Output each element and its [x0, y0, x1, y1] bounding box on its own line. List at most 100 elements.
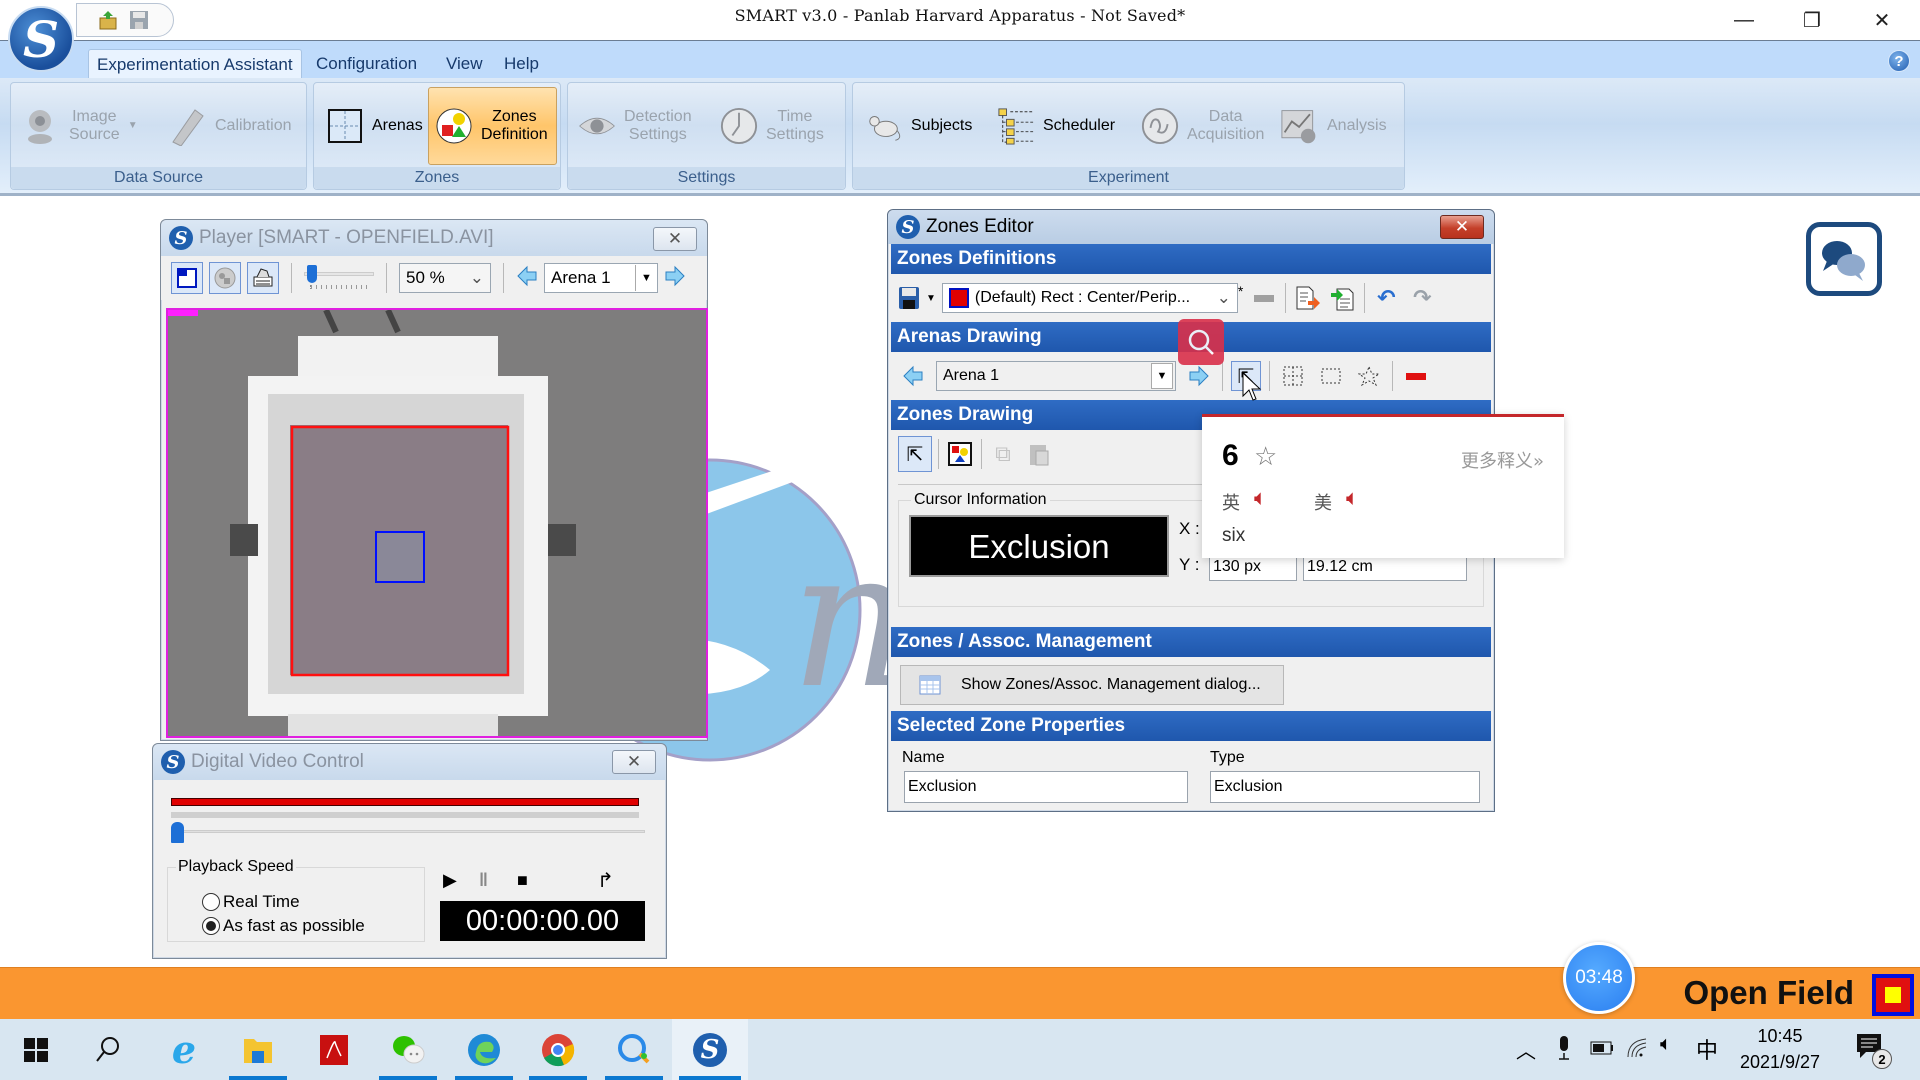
chat-support-button[interactable]	[1806, 222, 1882, 296]
arena-prev-button[interactable]	[898, 361, 928, 391]
calibration-button[interactable]: Calibration	[163, 87, 297, 165]
arena-next-button[interactable]	[1184, 361, 1214, 391]
taskbar-wechat[interactable]	[372, 1019, 444, 1080]
edge-icon	[468, 1033, 500, 1066]
restore-button[interactable]: ❐	[1778, 0, 1846, 40]
radio-button[interactable]	[202, 893, 220, 911]
player-title-bar[interactable]: S Player [SMART - OPENFIELD.AVI]	[161, 220, 707, 256]
remove-definition-button[interactable]	[1249, 283, 1279, 313]
dvc-close-button[interactable]: ✕	[612, 750, 656, 774]
help-icon[interactable]: ?	[1888, 50, 1910, 72]
notification-center-button[interactable]: 2	[1856, 1033, 1892, 1069]
radio-real-time[interactable]: Real Time	[202, 892, 300, 912]
magnifier-overlay-button[interactable]	[1178, 319, 1224, 365]
data-acquisition-button[interactable]: Data Acquisition	[1135, 87, 1270, 165]
arena-polygon-tool[interactable]	[1354, 361, 1384, 391]
arena-prev-button[interactable]	[516, 265, 538, 291]
tab-help[interactable]: Help	[496, 49, 547, 81]
position-slider[interactable]	[171, 830, 645, 833]
uk-speaker-icon[interactable]: 🔈︎	[1254, 485, 1267, 511]
more-definitions-link[interactable]: 更多释义»	[1461, 447, 1544, 473]
print-button[interactable]	[247, 262, 279, 294]
taskbar-acrobat[interactable]	[298, 1019, 370, 1080]
scheduler-button[interactable]: Scheduler	[991, 87, 1121, 165]
us-speaker-icon[interactable]: 🔈︎	[1346, 485, 1359, 511]
play-button[interactable]: ▶	[443, 870, 479, 891]
tab-experimentation-assistant[interactable]: Experimentation Assistant	[88, 49, 302, 81]
zoom-select[interactable]: 50 % ⌄	[399, 263, 491, 293]
pause-button[interactable]: ‖	[479, 870, 517, 891]
delete-arena-button[interactable]	[1401, 361, 1431, 391]
recording-timer-button[interactable]: 03:48	[1563, 942, 1635, 1014]
start-button[interactable]	[0, 1019, 72, 1080]
zoom-slider-thumb[interactable]	[307, 265, 317, 283]
radio-as-fast-as-possible[interactable]: As fast as possible	[202, 916, 365, 936]
save-definition-button[interactable]	[898, 283, 920, 313]
menu-bar: Experimentation Assistant Configuration …	[0, 40, 1920, 81]
close-button[interactable]: ✕	[1848, 0, 1916, 40]
zone-type-field[interactable]: Exclusion	[1210, 771, 1480, 803]
microphone-tray[interactable]	[1556, 1035, 1572, 1065]
zone-properties-area: Name Exclusion Type Exclusion	[888, 741, 1494, 829]
fit-window-button[interactable]	[171, 262, 203, 294]
radio-button[interactable]	[202, 917, 220, 935]
arena-rect-tool[interactable]	[1316, 361, 1346, 391]
taskbar-file-explorer[interactable]	[222, 1019, 294, 1080]
ime-indicator[interactable]: 中	[1696, 1033, 1718, 1065]
overlay-button[interactable]	[209, 262, 241, 294]
detection-settings-button[interactable]: Detection Settings	[572, 87, 698, 165]
minimize-button[interactable]: —	[1710, 0, 1778, 40]
taskbar-chrome[interactable]	[522, 1019, 594, 1080]
analysis-button[interactable]: Analysis	[1275, 87, 1393, 165]
zoom-slider[interactable]	[304, 263, 374, 293]
arena-grid-tool[interactable]	[1278, 361, 1308, 391]
image-source-button[interactable]: Image Source ▼	[17, 87, 144, 165]
zone-shapes-tool[interactable]	[945, 439, 975, 469]
save-dropdown-arrow-icon[interactable]: ▼	[926, 293, 936, 304]
arenas-button[interactable]: Arenas	[320, 87, 429, 165]
window-icon	[177, 268, 197, 288]
taskbar-edge[interactable]	[448, 1019, 520, 1080]
clock[interactable]: 10:45 2021/9/27	[1730, 1023, 1830, 1075]
tray-overflow-chevron[interactable]: ︿	[1516, 1035, 1536, 1064]
stop-button[interactable]: ■	[517, 870, 597, 891]
smart-app-logo[interactable]: S	[8, 6, 74, 72]
goto-button[interactable]: ↱	[597, 868, 614, 893]
favorite-star-icon[interactable]: ☆	[1254, 441, 1277, 472]
player-close-button[interactable]: ✕	[653, 227, 697, 251]
export-button[interactable]	[1292, 283, 1322, 313]
position-slider-thumb[interactable]	[171, 822, 184, 843]
zone-name-input[interactable]: Exclusion	[904, 771, 1188, 803]
chat-bubbles-icon	[1822, 241, 1865, 281]
tab-configuration[interactable]: Configuration	[308, 49, 425, 81]
paste-button[interactable]	[1024, 439, 1054, 469]
arena-drawing-select[interactable]: Arena 1 ▼	[936, 361, 1176, 391]
acrobat-icon	[320, 1034, 348, 1065]
tab-view[interactable]: View	[438, 49, 491, 81]
arena-next-button[interactable]	[664, 265, 686, 291]
time-settings-button[interactable]: Time Settings	[714, 87, 830, 165]
import-button[interactable]	[1328, 283, 1358, 313]
arena-select[interactable]: Arena 1 ▼	[544, 263, 658, 293]
zone-select-tool[interactable]: ⇱	[898, 436, 932, 472]
show-management-dialog-button[interactable]: Show Zones/Assoc. Management dialog...	[900, 665, 1284, 705]
subjects-button[interactable]: Subjects	[859, 87, 978, 165]
image-source-label-2: Source	[69, 126, 120, 143]
volume-tray[interactable]: 🔈︎	[1660, 1033, 1672, 1056]
search-button[interactable]	[72, 1019, 144, 1080]
taskbar-qq-browser[interactable]	[598, 1019, 670, 1080]
undo-button[interactable]: ↶	[1371, 283, 1401, 313]
video-frame[interactable]	[166, 308, 708, 738]
zones-editor-close-button[interactable]: ✕	[1440, 215, 1484, 239]
zone-definition-select[interactable]: (Default) Rect : Center/Perip... ⌄	[941, 283, 1238, 313]
dvc-title-bar[interactable]: S Digital Video Control	[153, 744, 666, 780]
wifi-tray[interactable]	[1626, 1037, 1648, 1063]
redo-button[interactable]: ↷	[1407, 283, 1437, 313]
zones-editor-title-bar[interactable]: S Zones Editor	[888, 210, 1494, 244]
taskbar-smart[interactable]: S	[672, 1019, 748, 1080]
battery-tray[interactable]	[1590, 1041, 1614, 1059]
copy-button[interactable]: ⧉	[988, 439, 1018, 469]
file-explorer-icon	[244, 1038, 272, 1063]
taskbar-internet-explorer[interactable]: e	[148, 1019, 220, 1080]
zones-definition-button[interactable]: Zones Definition	[428, 87, 557, 165]
